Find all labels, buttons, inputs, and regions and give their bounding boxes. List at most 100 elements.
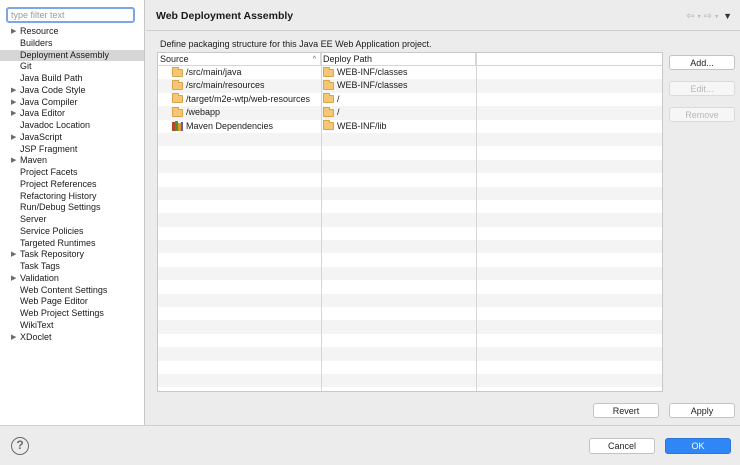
tree-item-label: Project Facets [20, 167, 78, 177]
table-row [158, 266, 662, 281]
forward-dropdown-icon[interactable]: ▾ [715, 13, 718, 20]
source-cell[interactable]: /webapp [172, 106, 321, 119]
table-rows: /src/main/java WEB-INF/classes/src/main/r… [158, 66, 662, 391]
view-menu-icon[interactable]: ▼ [723, 11, 732, 21]
tree-item[interactable]: Web Page Editor [0, 296, 144, 308]
table-row [158, 280, 662, 293]
forward-arrow-icon[interactable]: ⇨ [704, 11, 712, 22]
edit-button[interactable]: Edit... [669, 81, 735, 96]
table-row[interactable]: /webapp / [158, 106, 662, 120]
tree-item[interactable]: ▶ XDoclet [0, 332, 144, 344]
page-title: Web Deployment Assembly [156, 10, 294, 22]
library-icon [172, 121, 183, 132]
table-row[interactable]: /src/main/java WEB-INF/classes [158, 66, 662, 79]
table-row [158, 186, 662, 200]
deployment-table[interactable]: Source ^ Deploy Path /src/main/java WEB-I… [157, 52, 663, 392]
column-header-source-label: Source [160, 54, 189, 64]
tree-item[interactable]: Task Tags [0, 261, 144, 273]
tree-item[interactable]: WikiText [0, 320, 144, 332]
deploy-path: WEB-INF/classes [337, 67, 408, 77]
tree-item[interactable]: Run/Debug Settings [0, 202, 144, 214]
tree-item[interactable]: ▶ Java Code Style [0, 85, 144, 97]
tree-item[interactable]: Web Project Settings [0, 308, 144, 320]
table-row [158, 361, 662, 374]
dialog-footer: ? Cancel OK [0, 425, 740, 465]
tree-item[interactable]: ▶ Java Compiler [0, 97, 144, 109]
page-header: Web Deployment Assembly ⇦ ▾ ⇨ ▾ ▼ [146, 0, 740, 31]
tree-item[interactable]: Java Build Path [0, 73, 144, 85]
tree-item-label: Web Page Editor [20, 296, 88, 307]
tree-item[interactable]: Deployment Assembly [0, 49, 144, 62]
tree-item[interactable]: ▶ Task Repository [0, 249, 144, 261]
deploy-path-cell[interactable]: WEB-INF/lib [323, 120, 476, 133]
tree-item[interactable]: Builders [0, 38, 144, 50]
source-path: /target/m2e-wtp/web-resources [186, 93, 311, 104]
tree-item-label: Java Code Style [20, 84, 86, 95]
expand-arrow-icon[interactable]: ▶ [11, 249, 16, 261]
tree-item[interactable]: ▶ Maven [0, 155, 144, 167]
tree-item-label: Targeted Runtimes [20, 237, 96, 248]
column-header-source[interactable]: Source ^ [158, 53, 321, 66]
source-cell[interactable]: /src/main/resources [172, 79, 321, 92]
source-cell[interactable]: /src/main/java [172, 66, 321, 79]
tree-item[interactable]: JSP Fragment [0, 144, 144, 156]
table-row [158, 387, 662, 391]
deploy-path-cell[interactable]: WEB-INF/classes [323, 79, 476, 92]
table-row [158, 320, 662, 334]
add-button[interactable]: Add... [669, 55, 735, 70]
tree-item-label: XDoclet [20, 331, 52, 342]
tree-item[interactable]: Targeted Runtimes [0, 238, 144, 250]
remove-button[interactable]: Remove [669, 107, 735, 122]
expand-arrow-icon[interactable]: ▶ [11, 26, 16, 38]
tree-item[interactable]: ▶ Java Editor [0, 108, 144, 120]
tree-item-label: Web Content Settings [20, 284, 108, 295]
deploy-path-cell[interactable]: WEB-INF/classes [323, 66, 476, 79]
tree-item[interactable]: Javadoc Location [0, 120, 144, 132]
source-cell[interactable]: /target/m2e-wtp/web-resources [172, 93, 321, 106]
source-path: /src/main/java [186, 67, 242, 77]
tree-item-label: Builders [20, 37, 53, 48]
tree-item[interactable]: ▶ Validation [0, 273, 144, 285]
preferences-tree: ▶ Resource Builders Deployment Assembly Git J… [0, 26, 144, 343]
tree-item[interactable]: Service Policies [0, 226, 144, 238]
tree-item[interactable]: ▶ JavaScript [0, 132, 144, 144]
expand-arrow-icon[interactable]: ▶ [11, 97, 16, 109]
table-row[interactable]: /target/m2e-wtp/web-resources / [158, 93, 662, 106]
table-row [158, 307, 662, 320]
source-cell[interactable]: Maven Dependencies [172, 120, 321, 133]
back-arrow-icon[interactable]: ⇦ [686, 11, 694, 22]
tree-item[interactable]: Web Content Settings [0, 285, 144, 297]
table-row[interactable]: /src/main/resources WEB-INF/classes [158, 79, 662, 93]
expand-arrow-icon[interactable]: ▶ [11, 108, 16, 120]
revert-button[interactable]: Revert [593, 403, 659, 418]
deploy-path-cell[interactable]: / [323, 93, 476, 106]
cancel-button[interactable]: Cancel [589, 438, 655, 454]
help-icon[interactable]: ? [11, 437, 29, 455]
tree-item[interactable]: Project Facets [0, 167, 144, 179]
tree-item-label: Run/Debug Settings [20, 202, 101, 213]
column-header-deploy-path-label: Deploy Path [323, 54, 373, 64]
expand-arrow-icon[interactable]: ▶ [11, 85, 16, 97]
expand-arrow-icon[interactable]: ▶ [11, 155, 16, 167]
expand-arrow-icon[interactable]: ▶ [11, 132, 16, 144]
tree-item-label: Javadoc Location [20, 120, 91, 130]
column-header-deploy-path[interactable]: Deploy Path [321, 53, 476, 66]
tree-item[interactable]: Git [0, 61, 144, 73]
property-page: Web Deployment Assembly ⇦ ▾ ⇨ ▾ ▼ Define… [146, 0, 740, 425]
filter-input[interactable] [6, 7, 135, 23]
apply-button[interactable]: Apply [669, 403, 735, 418]
back-dropdown-icon[interactable]: ▾ [698, 13, 701, 20]
tree-item-label: Java Compiler [20, 96, 78, 107]
tree-item-label: JavaScript [20, 131, 63, 142]
tree-item[interactable]: ▶ Resource [0, 26, 144, 38]
ok-button[interactable]: OK [665, 438, 731, 454]
tree-item-label: WikiText [20, 319, 54, 330]
expand-arrow-icon[interactable]: ▶ [11, 332, 16, 344]
table-row[interactable]: Maven Dependencies WEB-INF/lib [158, 120, 662, 133]
expand-arrow-icon[interactable]: ▶ [11, 273, 16, 285]
deploy-path-cell[interactable]: / [323, 106, 476, 119]
tree-item[interactable]: Refactoring History [0, 191, 144, 203]
tree-item[interactable]: Server [0, 214, 144, 226]
tree-item[interactable]: Project References [0, 179, 144, 191]
tree-item-label: Task Repository [20, 249, 85, 260]
